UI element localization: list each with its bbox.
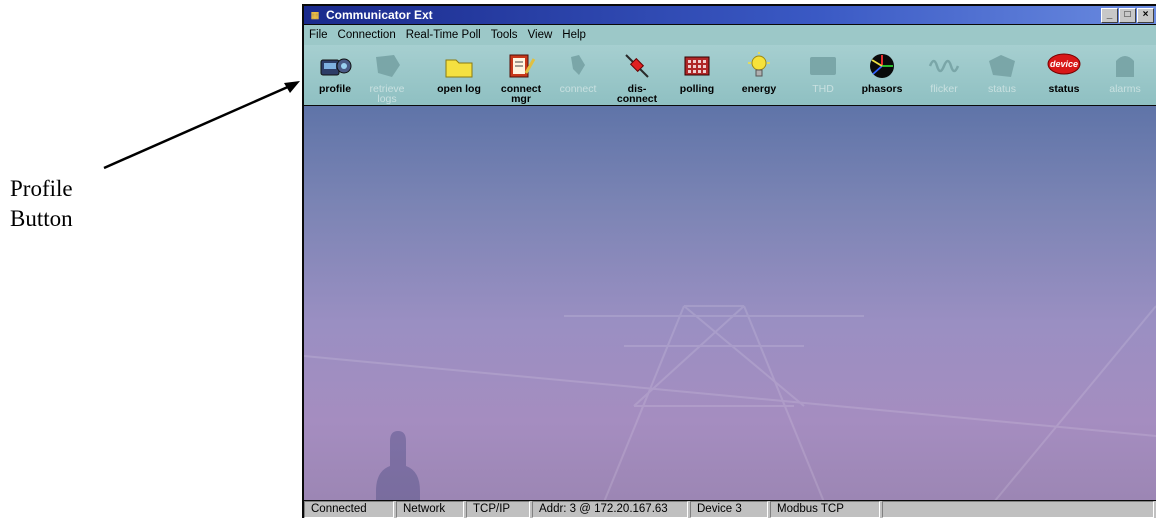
maximize-button[interactable]: □ <box>1119 8 1136 23</box>
menu-bar: File Connection Real-Time Poll Tools Vie… <box>304 25 1156 45</box>
connect-button[interactable]: connect <box>553 49 603 103</box>
callout-label: Profile Button <box>10 174 73 234</box>
retrieve-logs-label: retrieve logs <box>369 83 405 105</box>
status-label-disabled: status <box>987 83 1016 95</box>
app-icon: ▦ <box>310 10 320 20</box>
app-window: ▦ Communicator Ext _ □ × File Connection… <box>302 4 1156 518</box>
thd-icon <box>810 57 836 75</box>
menu-tools[interactable]: Tools <box>486 29 523 41</box>
figure-silhouette <box>376 431 420 500</box>
retrieve-logs-button[interactable]: retrieve logs <box>362 49 412 104</box>
thd-button[interactable]: THD <box>798 49 848 103</box>
window-controls: _ □ × <box>1101 8 1154 23</box>
callout-arrow <box>103 81 300 170</box>
lightbulb-icon <box>748 52 770 77</box>
energy-button[interactable]: energy <box>734 49 784 103</box>
alarms-icon <box>1116 56 1134 77</box>
status-network: Network <box>396 501 464 518</box>
open-log-button[interactable]: open log <box>434 49 484 103</box>
profile-icon <box>320 58 352 76</box>
status-icon <box>989 55 1015 77</box>
close-button[interactable]: × <box>1137 8 1154 23</box>
status-device: Device 3 <box>690 501 768 518</box>
open-log-label: open log <box>437 83 481 95</box>
polling-button[interactable]: polling <box>672 49 722 103</box>
status-protocol: TCP/IP <box>466 501 530 518</box>
phasors-label: phasors <box>861 83 903 95</box>
disconnect-button[interactable]: dis- connect <box>612 49 662 104</box>
connect-label: connect <box>559 83 597 95</box>
alarms-label: alarms <box>1109 83 1141 95</box>
disconnect-label: dis- connect <box>616 83 658 105</box>
workspace-background <box>304 106 1156 500</box>
menu-view[interactable]: View <box>523 29 558 41</box>
device-badge-text: device <box>1050 59 1078 69</box>
status-address: Addr: 3 @ 172.20.167.63 <box>532 501 688 518</box>
minimize-button[interactable]: _ <box>1101 8 1118 23</box>
thd-label: THD <box>812 83 834 95</box>
device-status-label: status <box>1048 83 1080 95</box>
window-title: Communicator Ext <box>326 8 433 22</box>
status-button-disabled[interactable]: status <box>977 49 1027 103</box>
callout-line-2: Button <box>10 206 73 231</box>
energy-label: energy <box>741 83 777 95</box>
menu-help[interactable]: Help <box>557 29 591 41</box>
flicker-button[interactable]: flicker <box>919 49 969 103</box>
flicker-icon <box>928 59 960 73</box>
title-bar[interactable]: ▦ Communicator Ext _ □ × <box>304 6 1156 24</box>
status-bar: Connected Network TCP/IP Addr: 3 @ 172.2… <box>304 501 1156 518</box>
device-status-icon: device <box>1047 53 1081 75</box>
phasors-button[interactable]: phasors <box>857 49 907 103</box>
power-tower-graphic <box>304 305 1156 500</box>
connect-mgr-icon <box>509 54 536 78</box>
connect-mgr-label: connect mgr <box>500 83 542 105</box>
phasors-icon <box>870 54 894 78</box>
connect-icon <box>571 55 585 75</box>
flicker-label: flicker <box>930 83 958 95</box>
connect-mgr-button[interactable]: connect mgr <box>496 49 546 104</box>
menu-real-time-poll[interactable]: Real-Time Poll <box>401 29 486 41</box>
retrieve-logs-icon <box>376 55 400 77</box>
menu-connection[interactable]: Connection <box>333 29 401 41</box>
profile-button[interactable]: profile <box>310 49 360 103</box>
profile-label: profile <box>318 83 352 95</box>
polling-icon <box>684 56 710 76</box>
status-empty <box>882 501 1154 518</box>
disconnect-icon <box>625 54 649 78</box>
callout-line-1: Profile <box>10 176 73 201</box>
polling-label: polling <box>679 83 715 95</box>
alarms-button[interactable]: alarms <box>1100 49 1150 103</box>
device-status-button[interactable]: device status <box>1039 49 1089 103</box>
status-modbus: Modbus TCP <box>770 501 880 518</box>
status-connection: Connected <box>304 501 394 518</box>
toolbar: profile retrieve logs open log connect m… <box>304 45 1156 105</box>
folder-icon <box>445 59 473 78</box>
menu-file[interactable]: File <box>304 29 333 41</box>
